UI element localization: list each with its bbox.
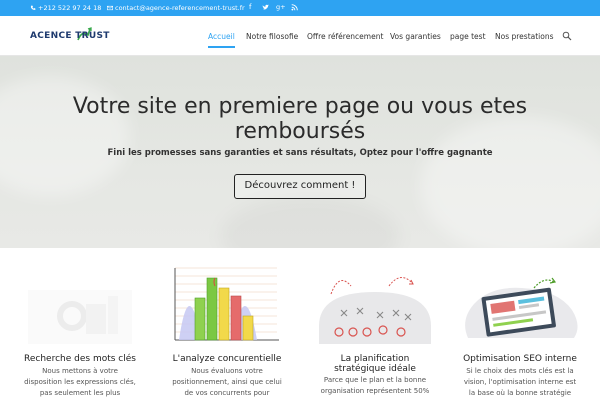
feature-description: Parce que le plan et la bonne organisati… (315, 375, 435, 397)
site-header: ACENCE TRUST Accueil Notre filosofie Off… (0, 16, 600, 56)
email-address[interactable]: contact@agence-referencement-trust.fr (115, 4, 245, 12)
nav-item-nos-prestations[interactable]: Nos prestations (495, 32, 554, 41)
rss-icon[interactable] (291, 4, 298, 11)
strategy-board-illustration (319, 277, 431, 344)
phone-number: +212 522 97 24 18 (38, 4, 102, 12)
laptop-seo-illustration (465, 277, 578, 338)
feature-description-line: organisation représentent 50% (320, 387, 430, 395)
feature-strategic-planning: La planification stratégique idéale Parc… (305, 248, 445, 400)
hero-title-line-1: Votre site en premiere page ou vous etes (72, 94, 528, 119)
feature-description: Si le choix des mots clés est la vision,… (460, 366, 580, 399)
feature-title-line: stratégique idéale (334, 364, 416, 374)
feature-title: L'analyze concurentielle (172, 354, 282, 364)
feature-description-line: Nous évaluons votre (191, 367, 263, 375)
top-bar: +212 522 97 24 18 contact@agence-referen… (0, 0, 600, 16)
logo-text: ACENCE TRUST (30, 31, 110, 41)
feature-title-line: La planification (340, 354, 410, 364)
feature-description-line: Parce que le plan et la bonne (323, 376, 427, 384)
feature-keyword-research: Recherche des mots clés Nous mettons à v… (10, 248, 150, 400)
phone-contact: +212 522 97 24 18 (30, 4, 101, 12)
hero-title-line-2: remboursés (234, 119, 366, 144)
email-contact[interactable]: contact@agence-referencement-trust.fr (107, 4, 245, 12)
nav-item-accueil[interactable]: Accueil (208, 32, 235, 41)
facebook-icon[interactable]: f (249, 3, 251, 11)
nav-item-notre-filosofie[interactable]: Notre filosofie (246, 32, 298, 41)
hero-subtitle: Fini les promesses sans garanties et san… (107, 148, 493, 158)
feature-description-line: la base où la bonne stratégie (468, 389, 572, 397)
feature-title: La planification stratégique idéale (305, 354, 445, 374)
phone-icon (30, 5, 36, 10)
magnifier-illustration (28, 290, 132, 344)
envelope-icon (107, 5, 113, 11)
feature-description-line: vision, l'optimisation interne est (463, 378, 577, 386)
active-nav-underline (208, 46, 235, 48)
feature-description-line: Nous mettons à votre (42, 367, 118, 375)
feature-description-line: positionnement, ainsi que celui (172, 378, 282, 386)
feature-description-line: pas seulement les plus (39, 389, 121, 397)
google-plus-icon[interactable]: g+ (276, 3, 286, 11)
hero-section: Votre site en premiere page ou vous etes… (0, 56, 600, 248)
feature-title: Recherche des mots clés (24, 354, 136, 364)
hero-title: Votre site en premiere page ou vous etes… (0, 94, 600, 144)
feature-competitive-analysis: L'analyze concurentielle Nous évaluons v… (157, 248, 297, 400)
feature-description-line: Si le choix des mots clés est la (466, 367, 574, 375)
feature-seo-optimization: Optimisation SEO interne Si le choix des… (450, 248, 590, 400)
nav-item-vos-garanties[interactable]: Vos garanties (390, 32, 441, 41)
search-icon[interactable] (562, 31, 572, 41)
features-section: Recherche des mots clés Nous mettons à v… (0, 248, 600, 400)
bar-chart-illustration (174, 267, 279, 341)
nav-item-offre-referencement[interactable]: Offre référencement (307, 32, 383, 41)
feature-description: Nous mettons à votre disposition les exp… (20, 366, 140, 399)
feature-description: Nous évaluons votre positionnement, ains… (167, 366, 287, 399)
hero-bg-blob (220, 196, 400, 248)
twitter-icon[interactable] (262, 4, 269, 11)
feature-title: Optimisation SEO interne (463, 354, 577, 364)
discover-button[interactable]: Découvrez comment ! (234, 174, 366, 199)
nav-item-page-test[interactable]: page test (450, 32, 486, 41)
feature-description-line: de vos concurrents pour (184, 389, 270, 397)
feature-description-line: disposition les expressions clés, (24, 378, 136, 386)
